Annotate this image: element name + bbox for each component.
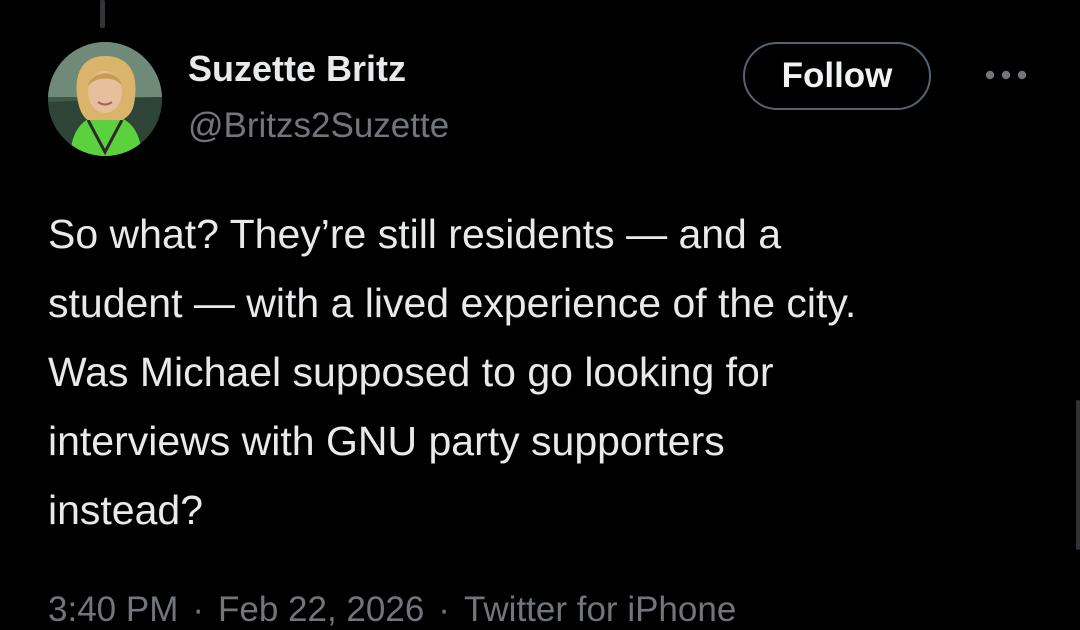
more-options-button[interactable] bbox=[982, 60, 1030, 90]
more-horizontal-icon bbox=[985, 70, 1027, 80]
author-display-name[interactable]: Suzette Britz bbox=[188, 48, 406, 90]
scrollbar-thumb[interactable] bbox=[1076, 400, 1080, 550]
tweet-date[interactable]: Feb 22, 2026 bbox=[218, 590, 424, 629]
tweet-text-line: interviews with GNU party supporters bbox=[48, 418, 725, 464]
follow-button[interactable]: Follow bbox=[743, 42, 931, 110]
tweet-text-line: student — with a lived experience of the… bbox=[48, 280, 857, 326]
author-handle[interactable]: @Britzs2Suzette bbox=[188, 106, 449, 146]
tweet-metadata: 3:40 PM · Feb 22, 2026 · Twitter for iPhone bbox=[48, 590, 736, 630]
tweet-text-line: instead? bbox=[48, 487, 204, 533]
tweet-text: So what? They’re still residents — and a… bbox=[48, 200, 1038, 545]
meta-separator: · bbox=[438, 590, 450, 629]
tweet-text-line: Was Michael supposed to go looking for bbox=[48, 349, 774, 395]
tweet-time[interactable]: 3:40 PM bbox=[48, 590, 178, 629]
tweet-source: Twitter for iPhone bbox=[463, 590, 737, 629]
author-avatar[interactable] bbox=[48, 42, 162, 156]
profile-photo bbox=[48, 42, 162, 156]
meta-separator: · bbox=[192, 590, 205, 629]
thread-connector-line bbox=[100, 0, 105, 28]
tweet-text-line: So what? They’re still residents — and a bbox=[48, 211, 782, 257]
